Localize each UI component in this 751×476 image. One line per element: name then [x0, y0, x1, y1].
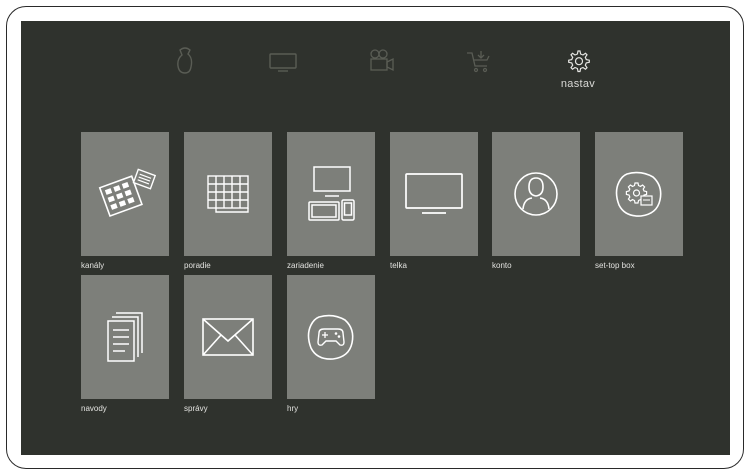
gear-icon: [568, 50, 590, 73]
user-icon: [514, 172, 558, 216]
gamepad-icon: [307, 314, 354, 360]
settop-gear-icon: [615, 171, 662, 217]
cart-icon: [467, 51, 490, 73]
nav-item-tv[interactable]: [253, 47, 313, 107]
tile-messages[interactable]: [184, 275, 272, 399]
tile-account[interactable]: [492, 132, 580, 256]
tile-label-devices: zariadenie: [287, 261, 324, 270]
tile-label-order: poradie: [184, 261, 211, 270]
grid-icon: [207, 175, 249, 213]
documents-icon: [107, 312, 143, 362]
tile-channels[interactable]: [81, 132, 169, 256]
tile-label-messages: správy: [184, 404, 208, 413]
nav-item-video[interactable]: [351, 47, 411, 107]
tile-label-account: konto: [492, 261, 512, 270]
tile-label-games: hry: [287, 404, 299, 413]
channels-remote-icon: [98, 168, 156, 218]
video-camera-icon: [370, 49, 394, 72]
tile-devices[interactable]: [287, 132, 375, 256]
tile-order[interactable]: [184, 132, 272, 256]
tv-icon: [269, 53, 297, 72]
tile-label-guides: navody: [81, 404, 107, 413]
nav-item-hand[interactable]: [155, 47, 215, 107]
envelope-icon: [202, 318, 254, 356]
tile-tv[interactable]: [390, 132, 478, 256]
top-navigation: nastav: [21, 21, 730, 121]
nav-label-settings: nastav: [560, 78, 596, 90]
tile-label-tv: telka: [390, 261, 407, 270]
devices-icon: [308, 166, 355, 221]
nav-item-settings[interactable]: nastav: [548, 47, 608, 107]
tile-games[interactable]: [287, 275, 375, 399]
tile-label-settop-box: set-top box: [595, 261, 635, 270]
tv-screen-icon: [405, 173, 463, 214]
tile-settop-box[interactable]: [595, 132, 683, 256]
tile-label-channels: kanály: [81, 261, 105, 270]
tile-guides[interactable]: [81, 275, 169, 399]
hand-icon: [177, 47, 193, 74]
nav-item-cart[interactable]: [448, 47, 508, 107]
tv-screen: nastav kanály poradie zariadenie telka k…: [21, 21, 730, 455]
